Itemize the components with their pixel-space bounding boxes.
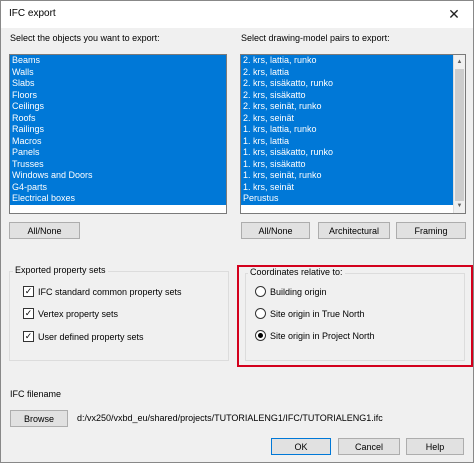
user-defined-checkbox[interactable]: ✓ <box>23 331 34 342</box>
framing-button[interactable]: Framing <box>396 222 466 239</box>
pairs-scrollbar[interactable]: ▲ ▼ <box>453 55 465 213</box>
list-item[interactable]: Railings <box>10 124 226 136</box>
checkbox-row-vertex[interactable]: ✓ Vertex property sets <box>23 308 118 319</box>
checkmark-icon: ✓ <box>24 308 33 318</box>
list-item[interactable]: 1. krs, sisäkatto, runko <box>241 147 465 159</box>
pairs-listbox[interactable]: 2. krs, lattia, runko 2. krs, lattia 2. kr… <box>240 54 466 214</box>
red-highlight-annotation <box>237 265 473 367</box>
scroll-thumb[interactable] <box>455 69 464 201</box>
objects-listbox[interactable]: Beams Walls Slabs Floors Ceilings Roofs Railin… <box>9 54 227 214</box>
help-button[interactable]: Help <box>406 438 464 455</box>
list-item[interactable]: 1. krs, lattia, runko <box>241 124 465 136</box>
list-item[interactable]: Panels <box>10 147 226 159</box>
list-item[interactable]: Walls <box>10 66 226 78</box>
list-item[interactable]: 2. krs, lattia <box>241 66 465 78</box>
list-item[interactable]: 2. krs, sisäkatto <box>241 89 465 101</box>
title-bar: IFC export ✕ <box>1 1 473 28</box>
list-item[interactable]: Slabs <box>10 78 226 90</box>
checkbox-row-ifc-standard[interactable]: ✓ IFC standard common property sets <box>23 286 182 297</box>
list-item[interactable]: 2. krs, seinät, runko <box>241 101 465 113</box>
ifc-filename-path: d:/vx250/vxbd_eu/shared/projects/TUTORIA… <box>77 413 383 423</box>
list-item[interactable]: Ceilings <box>10 101 226 113</box>
ok-button[interactable]: OK <box>271 438 331 455</box>
ifc-filename-label: IFC filename <box>10 389 62 399</box>
objects-all-none-button[interactable]: All/None <box>9 222 80 239</box>
list-item[interactable]: 1. krs, sisäkatto <box>241 158 465 170</box>
checkbox-row-user-defined[interactable]: ✓ User defined property sets <box>23 331 144 342</box>
list-item[interactable]: Perustus <box>241 193 465 205</box>
user-defined-label: User defined property sets <box>38 331 144 342</box>
scroll-down-icon[interactable]: ▼ <box>454 200 465 212</box>
list-item[interactable]: Roofs <box>10 112 226 124</box>
browse-button[interactable]: Browse <box>10 410 68 427</box>
list-item[interactable]: Electrical boxes <box>10 193 226 205</box>
list-item[interactable]: Windows and Doors <box>10 170 226 182</box>
checkmark-icon: ✓ <box>24 286 33 296</box>
ifc-standard-checkbox[interactable]: ✓ <box>23 286 34 297</box>
pairs-items: 2. krs, lattia, runko 2. krs, lattia 2. kr… <box>241 55 465 205</box>
list-item[interactable]: Trusses <box>10 158 226 170</box>
pairs-label: Select drawing-model pairs to export: <box>241 33 390 43</box>
list-item[interactable]: 2. krs, seinät <box>241 112 465 124</box>
objects-label: Select the objects you want to export: <box>10 33 160 43</box>
list-item[interactable]: 2. krs, sisäkatto, runko <box>241 78 465 90</box>
list-item[interactable]: Macros <box>10 135 226 147</box>
pairs-all-none-button[interactable]: All/None <box>241 222 310 239</box>
architectural-button[interactable]: Architectural <box>318 222 390 239</box>
close-icon[interactable]: ✕ <box>435 1 473 28</box>
property-sets-title: Exported property sets <box>13 265 108 275</box>
list-item[interactable]: 2. krs, lattia, runko <box>241 55 465 67</box>
checkmark-icon: ✓ <box>24 331 33 341</box>
vertex-checkbox[interactable]: ✓ <box>23 308 34 319</box>
objects-items: Beams Walls Slabs Floors Ceilings Roofs Railin… <box>10 55 226 205</box>
list-item[interactable]: 1. krs, lattia <box>241 135 465 147</box>
scroll-up-icon[interactable]: ▲ <box>454 56 465 68</box>
window-title: IFC export <box>9 8 56 19</box>
list-item[interactable]: Floors <box>10 89 226 101</box>
ifc-export-dialog: IFC export ✕ Select the objects you want… <box>0 0 474 463</box>
cancel-button[interactable]: Cancel <box>338 438 400 455</box>
ifc-standard-label: IFC standard common property sets <box>38 286 182 297</box>
list-item[interactable]: G4-parts <box>10 181 226 193</box>
list-item[interactable]: 1. krs, seinät, runko <box>241 170 465 182</box>
list-item[interactable]: Beams <box>10 55 226 67</box>
list-item[interactable]: 1. krs, seinät <box>241 181 465 193</box>
vertex-label: Vertex property sets <box>38 308 119 319</box>
